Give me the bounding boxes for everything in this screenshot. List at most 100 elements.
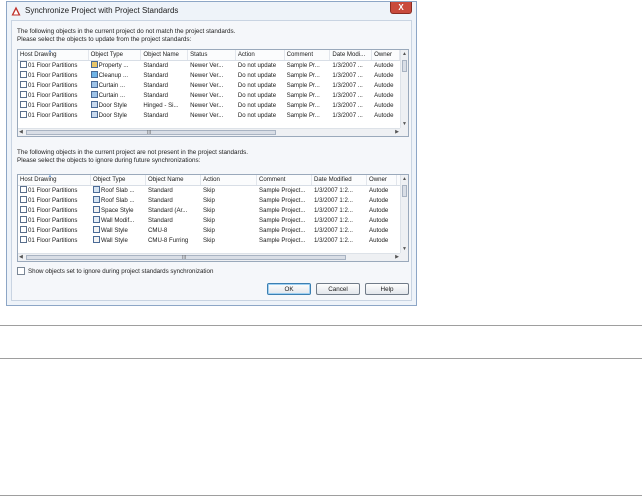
table-cell: Standard bbox=[143, 62, 169, 69]
table-cell: Skip bbox=[203, 207, 215, 214]
table-cell: Standard bbox=[143, 112, 169, 119]
table-cell: Wall Modif... bbox=[91, 216, 146, 226]
drawing-file-icon bbox=[20, 226, 27, 233]
scroll-down-icon[interactable]: ▼ bbox=[402, 246, 407, 252]
col-object-type[interactable]: Object Type bbox=[91, 175, 146, 185]
scroll-down-icon[interactable]: ▼ bbox=[402, 121, 407, 127]
col-object-type[interactable]: Object Type bbox=[89, 50, 142, 60]
table-cell: 01 Floor Partitions bbox=[18, 61, 89, 71]
table-cell: Property ... bbox=[89, 61, 142, 71]
table-cell: Autode bbox=[369, 207, 389, 214]
table-cell: Autode bbox=[369, 187, 389, 194]
cancel-button[interactable]: Cancel bbox=[316, 283, 360, 295]
scroll-left-icon[interactable]: ◀ bbox=[19, 254, 23, 260]
show-ignored-checkbox[interactable] bbox=[17, 267, 25, 275]
table-cell: Sample Pr... bbox=[286, 92, 320, 99]
table-cell: 1/3/2007 ... bbox=[332, 62, 363, 69]
table-cell: Do not update bbox=[237, 92, 277, 99]
table-cell: Sample Pr... bbox=[286, 82, 320, 89]
col-host-drawing[interactable]: Host Drawing bbox=[18, 175, 91, 185]
col-owner[interactable]: Owner bbox=[367, 175, 397, 185]
dialog-body: The following objects in the current pro… bbox=[11, 20, 412, 301]
table-cell: Autode bbox=[374, 82, 394, 89]
col-object-name[interactable]: Object Name bbox=[146, 175, 201, 185]
scroll-up-icon[interactable]: ▲ bbox=[402, 51, 407, 57]
table-cell: Hinged - Si... bbox=[143, 102, 179, 109]
mismatch-vscroll-thumb[interactable] bbox=[402, 60, 407, 72]
table-cell: Sample Project... bbox=[259, 207, 306, 214]
drawing-file-icon bbox=[20, 206, 27, 213]
table-row[interactable]: 01 Floor Partitions Wall Style CMU-8 Furri… bbox=[18, 236, 400, 246]
drawing-file-icon bbox=[20, 186, 27, 193]
mismatch-horizontal-scrollbar[interactable]: ◀ III ▶ bbox=[18, 128, 400, 136]
table-cell: Newer Ver... bbox=[190, 62, 224, 69]
missing-horizontal-scrollbar[interactable]: ◀ III ▶ bbox=[18, 253, 400, 261]
table-cell: Do not update bbox=[237, 82, 277, 89]
col-owner[interactable]: Owner bbox=[372, 50, 400, 60]
ok-button[interactable]: OK bbox=[267, 283, 311, 295]
table-cell: Sample Project... bbox=[259, 187, 306, 194]
table-row[interactable]: 01 Floor Partitions Roof Slab ... Standard… bbox=[18, 196, 400, 206]
col-host-drawing[interactable]: Host Drawing bbox=[18, 50, 89, 60]
table-cell: 1/3/2007 1:2... bbox=[314, 207, 353, 214]
table-row[interactable]: 01 Floor Partitions Property ... Standard N… bbox=[18, 61, 400, 71]
table-row[interactable]: 01 Floor Partitions Door Style Standard New… bbox=[18, 111, 400, 121]
table-cell: Autode bbox=[374, 102, 394, 109]
table-row[interactable]: 01 Floor Partitions Wall Style CMU-8 Skip Sa… bbox=[18, 226, 400, 236]
object-type-icon bbox=[90, 61, 98, 68]
table-row[interactable]: 01 Floor Partitions Wall Modif... Standard… bbox=[18, 216, 400, 226]
missing-vertical-scrollbar[interactable]: ▲ ▼ bbox=[400, 175, 408, 253]
help-button[interactable]: Help bbox=[365, 283, 409, 295]
drawing-file-icon bbox=[20, 111, 27, 118]
table-row[interactable]: 01 Floor Partitions Door Style Hinged - Si… bbox=[18, 101, 400, 111]
table-cell: Wall Style bbox=[91, 226, 146, 236]
table-cell: Sample Project... bbox=[259, 227, 306, 234]
object-type-icon bbox=[90, 101, 98, 108]
table-cell: Sample Project... bbox=[259, 217, 306, 224]
scroll-left-icon[interactable]: ◀ bbox=[19, 129, 23, 135]
table-cell: Sample Project... bbox=[259, 237, 306, 244]
scroll-right-icon[interactable]: ▶ bbox=[395, 254, 399, 260]
col-object-name[interactable]: Object Name bbox=[141, 50, 189, 60]
col-comment[interactable]: Comment bbox=[285, 50, 331, 60]
table-row[interactable]: 01 Floor Partitions Curtain ... Standard Ne… bbox=[18, 81, 400, 91]
mismatch-hscroll-thumb[interactable]: III bbox=[26, 130, 276, 136]
col-status[interactable]: Status bbox=[188, 50, 236, 60]
show-ignored-option[interactable]: Show objects set to ignore during projec… bbox=[17, 267, 213, 275]
table-row[interactable]: 01 Floor Partitions Curtain ... Standard Ne… bbox=[18, 91, 400, 101]
table-cell: 01 Floor Partitions bbox=[18, 226, 91, 236]
table-cell: Door Style bbox=[89, 111, 142, 121]
scroll-up-icon[interactable]: ▲ bbox=[402, 176, 407, 182]
table-cell: 01 Floor Partitions bbox=[18, 111, 89, 121]
autocad-app-icon bbox=[11, 6, 21, 16]
table-cell: Cleanup ... bbox=[89, 71, 142, 81]
table-cell: Do not update bbox=[237, 62, 277, 69]
table-row[interactable]: 01 Floor Partitions Roof Slab ... Standard… bbox=[18, 186, 400, 196]
missing-hscroll-thumb[interactable]: III bbox=[26, 255, 346, 261]
table-cell: 1/3/2007 1:2... bbox=[314, 227, 353, 234]
mismatch-vertical-scrollbar[interactable]: ▲ ▼ bbox=[400, 50, 408, 128]
scroll-right-icon[interactable]: ▶ bbox=[395, 129, 399, 135]
grip-icon: III bbox=[182, 255, 187, 261]
table-cell: Sample Pr... bbox=[286, 72, 320, 79]
close-button[interactable]: X bbox=[390, 2, 412, 14]
missing-vscroll-thumb[interactable] bbox=[402, 185, 407, 197]
table-row[interactable]: 01 Floor Partitions Space Style Standard (… bbox=[18, 206, 400, 216]
table-row[interactable]: 01 Floor Partitions Cleanup ... Standard Ne… bbox=[18, 71, 400, 81]
table-cell: 1/3/2007 1:2... bbox=[314, 187, 353, 194]
table-cell: 1/3/2007 ... bbox=[332, 72, 363, 79]
col-date-modified[interactable]: Date Modi... bbox=[330, 50, 373, 60]
table-cell: 1/3/2007 ... bbox=[332, 102, 363, 109]
col-comment[interactable]: Comment bbox=[257, 175, 312, 185]
col-action[interactable]: Action bbox=[201, 175, 257, 185]
object-type-icon bbox=[90, 91, 98, 98]
table-cell: Do not update bbox=[237, 112, 277, 119]
col-action[interactable]: Action bbox=[236, 50, 285, 60]
table-cell: Standard bbox=[148, 197, 173, 204]
table-cell: 01 Floor Partitions bbox=[18, 101, 89, 111]
drawing-file-icon bbox=[20, 196, 27, 203]
table-cell: 1/3/2007 1:2... bbox=[314, 237, 353, 244]
table-cell: Newer Ver... bbox=[190, 72, 224, 79]
drawing-file-icon bbox=[20, 101, 27, 108]
col-date-modified[interactable]: Date Modified bbox=[312, 175, 367, 185]
